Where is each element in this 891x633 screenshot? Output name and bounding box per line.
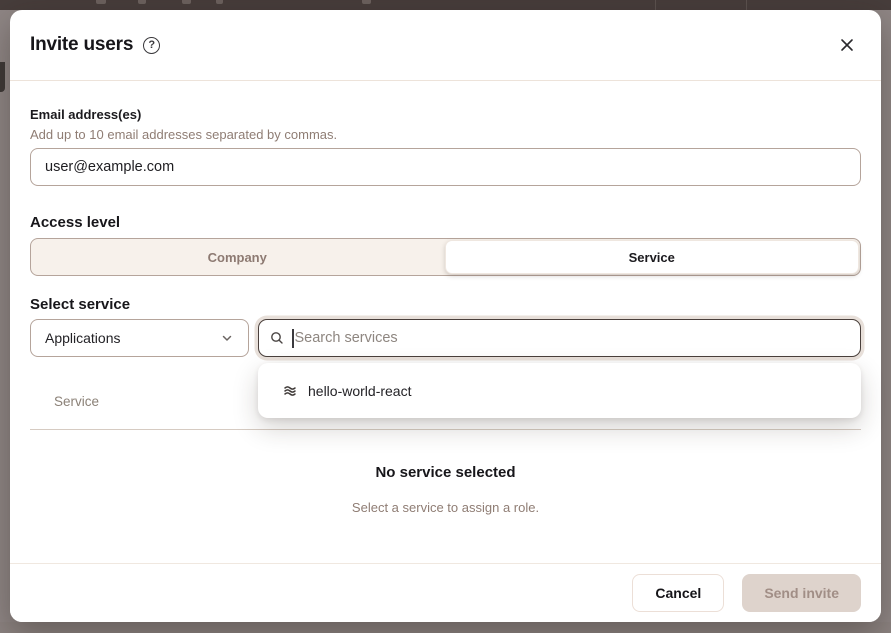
modal-title: Invite users bbox=[30, 34, 133, 56]
nav-divider bbox=[655, 0, 656, 10]
stack-icon bbox=[282, 383, 298, 399]
access-level-label: Access level bbox=[30, 214, 120, 231]
nav-text-fragment bbox=[362, 0, 371, 4]
chevron-down-icon bbox=[220, 331, 234, 345]
service-type-dropdown[interactable]: Applications bbox=[30, 319, 249, 357]
modal-footer: Cancel Send invite bbox=[10, 563, 881, 622]
dimmed-top-navbar bbox=[0, 0, 891, 10]
result-item-hello-world-react[interactable]: hello-world-react bbox=[258, 371, 861, 411]
text-caret bbox=[292, 329, 294, 348]
cancel-button[interactable]: Cancel bbox=[632, 574, 724, 612]
empty-state-subtitle: Select a service to assign a role. bbox=[10, 500, 881, 515]
search-results-panel: hello-world-react bbox=[258, 363, 861, 418]
empty-state-title: No service selected bbox=[10, 464, 881, 481]
service-search-field bbox=[258, 319, 861, 357]
segment-company[interactable]: Company bbox=[31, 239, 444, 275]
dimmed-page-title-fragment bbox=[0, 62, 5, 92]
nav-text-fragment bbox=[216, 0, 223, 4]
table-divider bbox=[30, 429, 861, 430]
result-item-label: hello-world-react bbox=[308, 383, 411, 399]
nav-divider bbox=[746, 0, 747, 10]
access-level-segmented-control: Company Service bbox=[30, 238, 861, 276]
invite-users-modal: Invite users ? Email address(es) Add up … bbox=[10, 10, 881, 622]
search-icon bbox=[269, 330, 285, 346]
close-button[interactable] bbox=[833, 31, 861, 59]
select-service-label: Select service bbox=[30, 296, 130, 313]
service-type-dropdown-value: Applications bbox=[45, 330, 121, 346]
segment-service-label: Service bbox=[629, 250, 675, 265]
modal-header: Invite users ? bbox=[10, 10, 881, 81]
help-icon[interactable]: ? bbox=[143, 37, 160, 54]
nav-text-fragment bbox=[96, 0, 106, 4]
email-helper-text: Add up to 10 email addresses separated b… bbox=[30, 127, 337, 142]
send-invite-button[interactable]: Send invite bbox=[742, 574, 861, 612]
close-icon bbox=[840, 38, 854, 52]
table-header-service: Service bbox=[54, 394, 99, 409]
email-label: Email address(es) bbox=[30, 107, 141, 122]
dimmed-page-bottom bbox=[0, 622, 891, 633]
segment-service[interactable]: Service bbox=[445, 240, 860, 274]
nav-text-fragment bbox=[182, 0, 191, 4]
search-input[interactable] bbox=[295, 320, 851, 356]
nav-text-fragment bbox=[138, 0, 146, 4]
email-input[interactable] bbox=[30, 148, 861, 186]
segment-company-label: Company bbox=[208, 250, 267, 265]
